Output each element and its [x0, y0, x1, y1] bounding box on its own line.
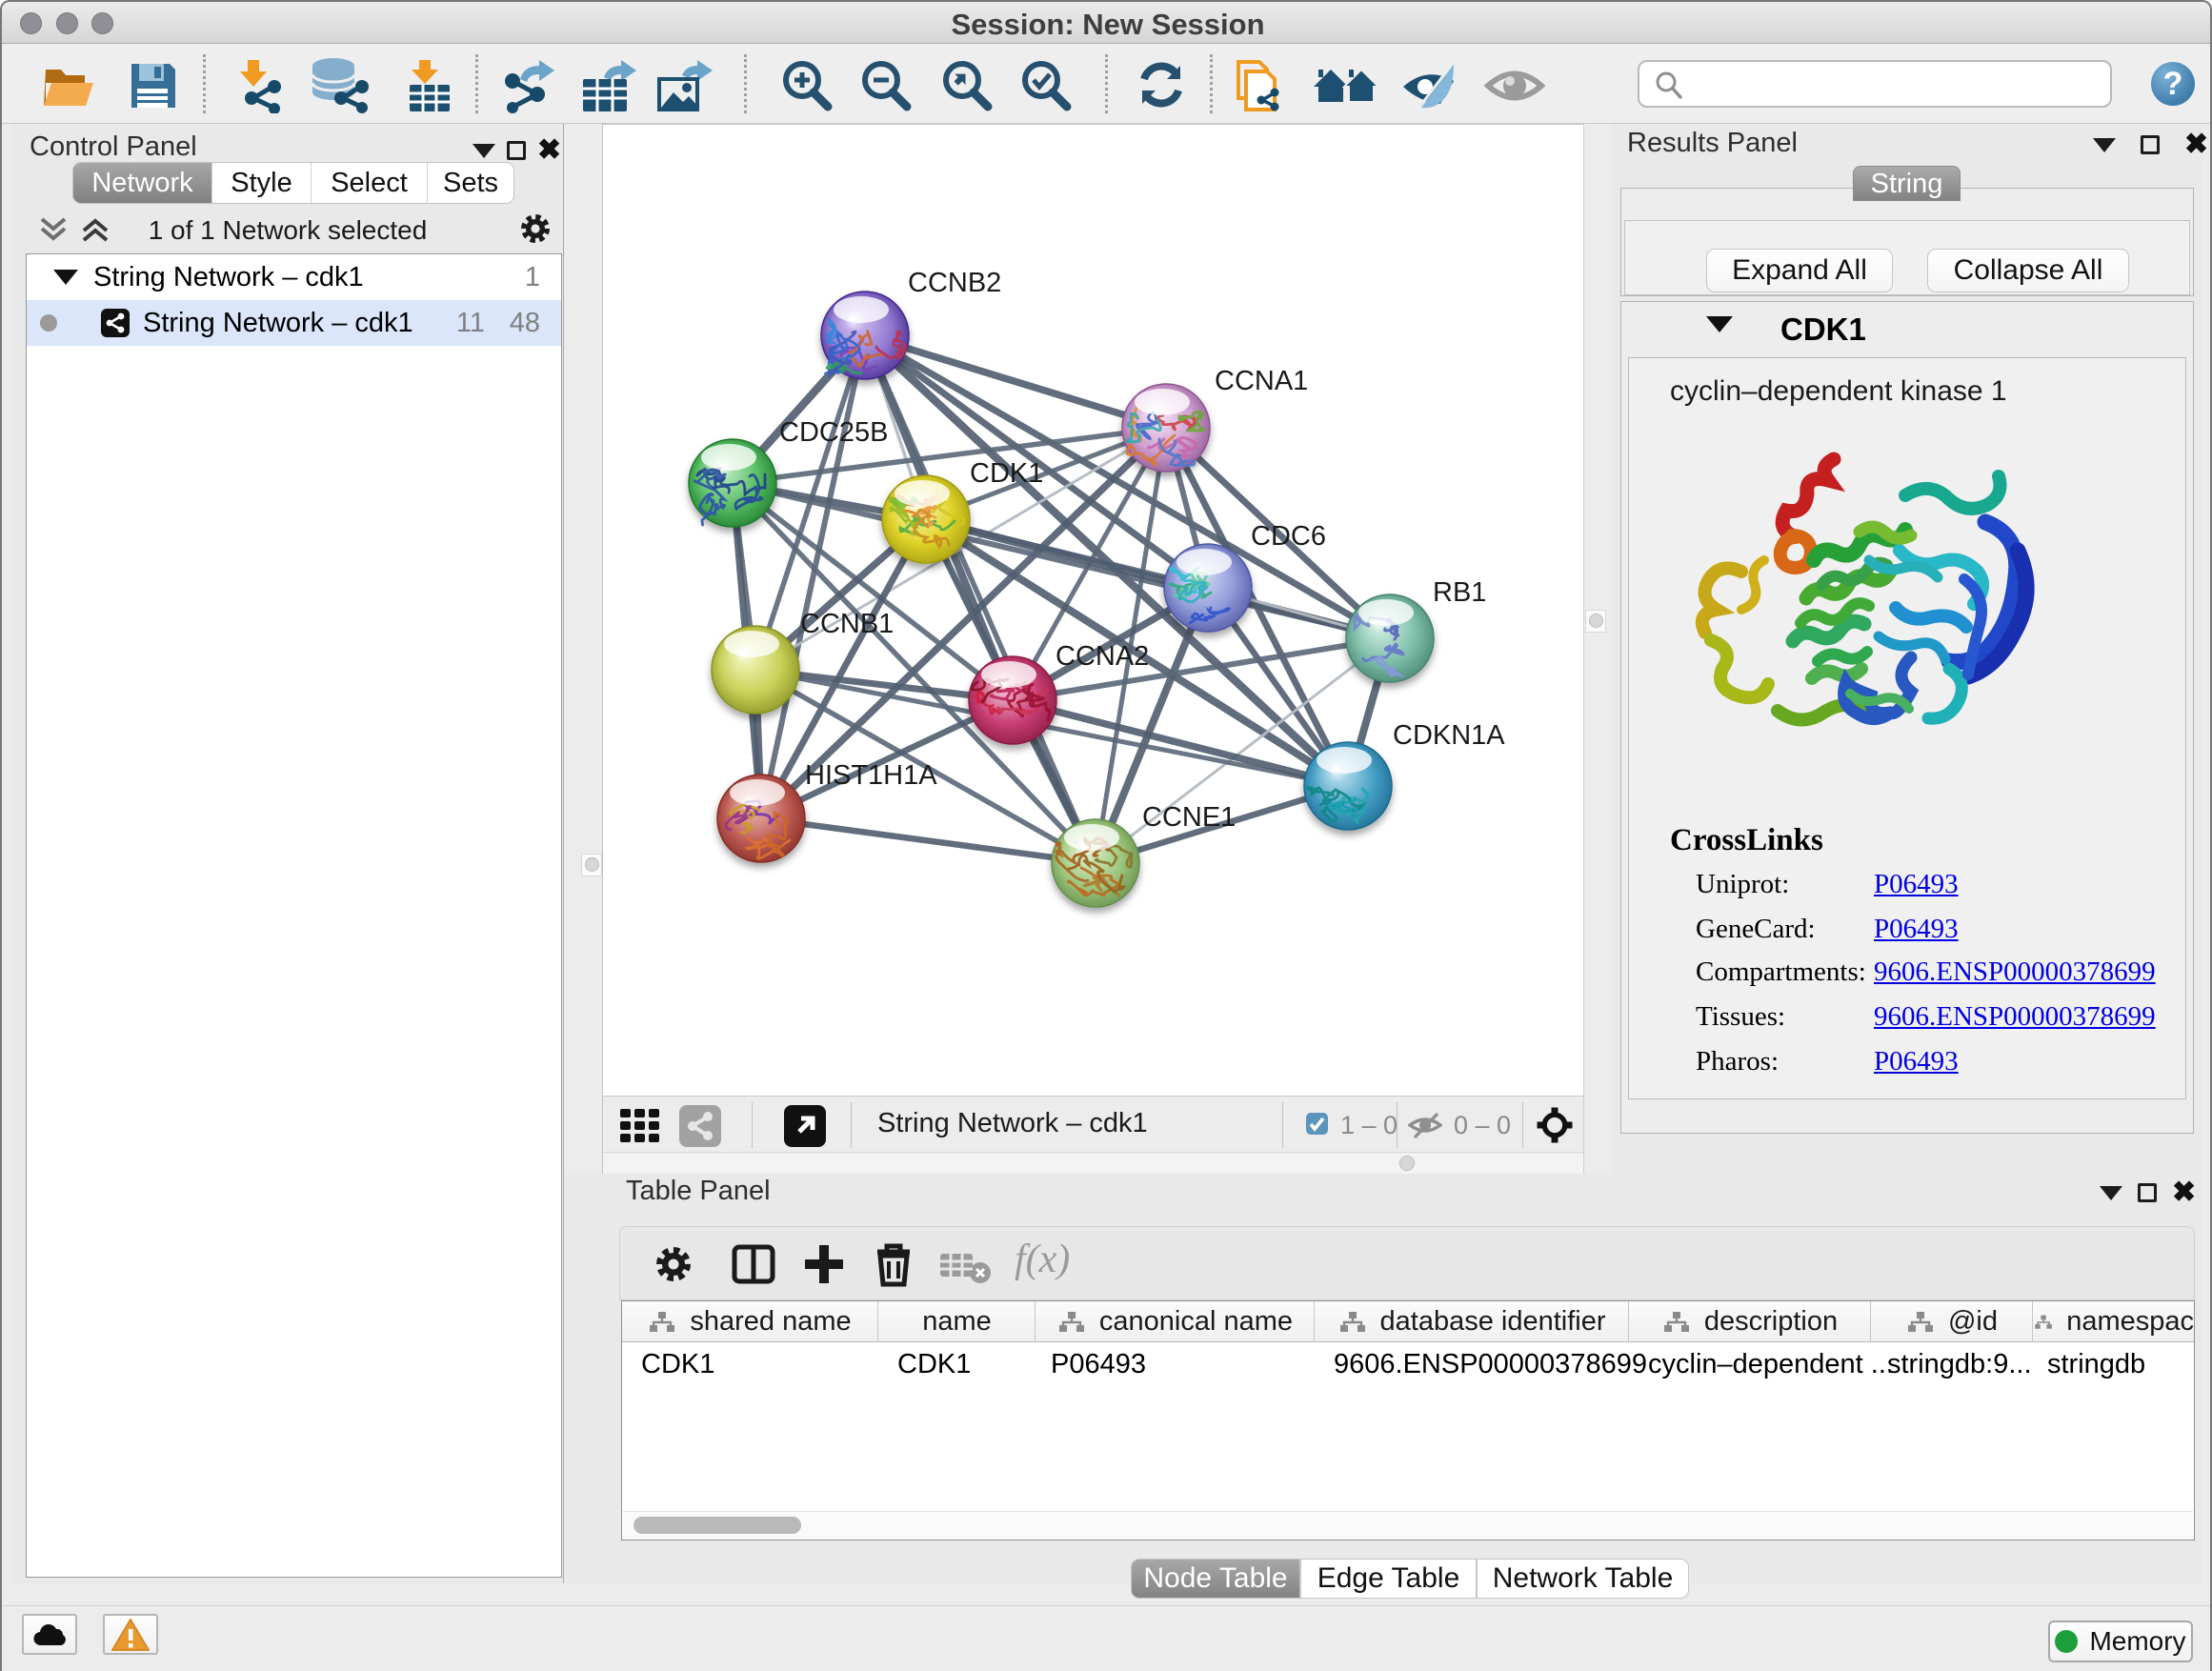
svg-text:CCNB1: CCNB1 [800, 609, 894, 639]
svg-text:CDC25B: CDC25B [779, 417, 888, 448]
svg-text:CCNA1: CCNA1 [1215, 366, 1308, 396]
svg-text:RB1: RB1 [1433, 577, 1486, 608]
svg-text:HIST1H1A: HIST1H1A [805, 760, 937, 791]
svg-text:CDK1: CDK1 [970, 458, 1043, 489]
svg-text:CCNE1: CCNE1 [1142, 802, 1236, 833]
svg-text:CDC6: CDC6 [1251, 521, 1326, 552]
svg-text:CDKN1A: CDKN1A [1393, 720, 1505, 751]
svg-text:CCNB2: CCNB2 [908, 268, 1001, 298]
svg-text:CCNA2: CCNA2 [1056, 641, 1149, 672]
